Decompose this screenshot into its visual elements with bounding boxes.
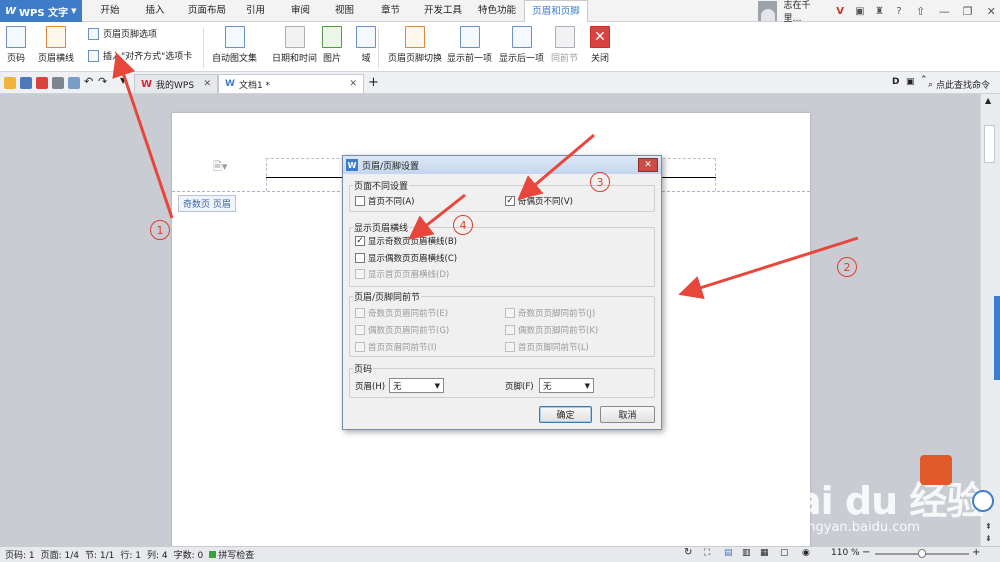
annotation-marker-3: 3 xyxy=(590,172,610,192)
assistant-icon[interactable] xyxy=(972,490,994,512)
annotation-arrow-1 xyxy=(112,52,174,219)
baidu-watermark-url: jingyan.baidu.com xyxy=(800,520,920,535)
annotation-marker-2: 2 xyxy=(837,257,857,277)
annotation-marker-4: 4 xyxy=(453,215,473,235)
annotation-marker-1: 1 xyxy=(150,220,170,240)
annotation-arrow-2 xyxy=(678,236,859,300)
mascot-icon xyxy=(920,455,952,485)
annotation-arrow-3 xyxy=(517,133,595,200)
